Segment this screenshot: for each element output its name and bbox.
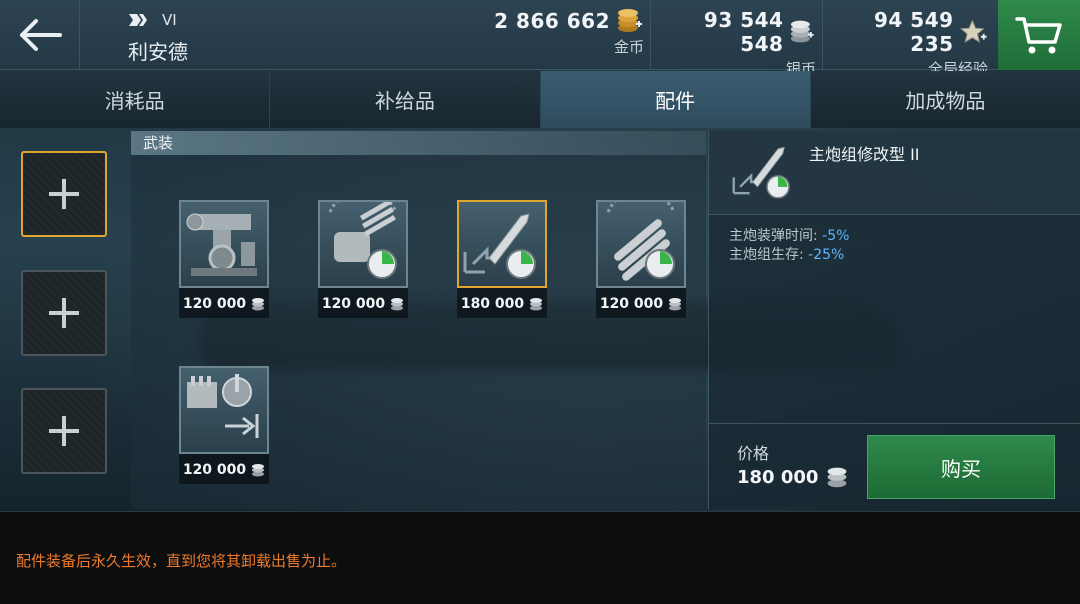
ship-class-icon [129, 14, 147, 26]
back-button[interactable] [0, 0, 80, 70]
detail-stats: 主炮装弹时间: -5% 主炮组生存: -25% [729, 227, 849, 265]
ship-name: 利安德 [128, 40, 188, 64]
price-value: 180 000 [737, 466, 848, 488]
price-label: 价格 [737, 444, 770, 463]
silver-coins-icon [530, 298, 543, 311]
secondary-battery-mod-icon [187, 374, 259, 438]
star-xp-icon [959, 19, 987, 43]
silver-coins-icon [252, 464, 265, 477]
main-armaments-mod-icon [186, 213, 257, 276]
silver-amount: 93 544 548 [703, 8, 784, 56]
shell-reload-mod-icon [732, 146, 790, 199]
shell-reload-mod-icon [463, 213, 536, 279]
price-section: 价格 180 000 购买 [709, 423, 1080, 509]
module-card[interactable]: 120 000 [179, 200, 269, 318]
tab-boosters[interactable]: 加成物品 [810, 71, 1080, 128]
upgrade-slot-2[interactable] [21, 270, 107, 356]
cart-icon [1015, 17, 1062, 54]
silver-coins-icon [669, 298, 682, 311]
bottom-notice-bar: 配件装备后永久生效，直到您将其卸载出售为止。 [0, 511, 1080, 604]
plus-icon [49, 179, 79, 209]
module-card[interactable]: 120 000 [596, 200, 686, 318]
ship-info: VI 利安德 [128, 8, 188, 65]
module-price: 120 000 [179, 296, 269, 312]
upgrade-detail-panel: 主炮组修改型 II 主炮装弹时间: -5% 主炮组生存: -25% 价格 180… [708, 131, 1080, 509]
back-arrow-icon [19, 19, 62, 51]
module-card-selected[interactable]: 180 000 [457, 200, 547, 318]
silver-coins-icon [827, 467, 847, 488]
xp-currency: 94 549 235 全局经验 [830, 8, 988, 78]
upgrade-slot-1[interactable] [21, 151, 107, 237]
module-price: 120 000 [596, 296, 686, 312]
module-price: 120 000 [318, 296, 408, 312]
module-card[interactable]: 120 000 [318, 200, 408, 318]
gold-currency: 2 866 662 金币 [480, 8, 644, 66]
silver-coins-icon [391, 298, 404, 311]
silver-coins-icon [252, 298, 265, 311]
detail-title: 主炮组修改型 II [809, 145, 920, 164]
tab-supplies[interactable]: 补给品 [270, 71, 541, 128]
module-price: 120 000 [179, 462, 269, 478]
xp-amount: 94 549 235 [874, 8, 954, 56]
gold-amount: 2 866 662 [494, 9, 610, 33]
silver-coins-icon [791, 20, 815, 43]
plus-icon [49, 298, 79, 328]
divider [822, 0, 823, 70]
gold-coins-icon [618, 9, 642, 32]
notice-text: 配件装备后永久生效，直到您将其卸载出售为止。 [16, 552, 347, 570]
detail-header: 主炮组修改型 II [709, 131, 1080, 215]
ship-tier: VI [162, 11, 177, 29]
category-tabs: 消耗品 补给品 配件 加成物品 [0, 71, 1080, 128]
armament-panel: 武装 120 000 120 000 180 000 120 000 120 0… [131, 131, 706, 509]
module-price: 180 000 [457, 296, 547, 312]
turret-reload-mod-icon [328, 202, 398, 279]
torpedo-reload-mod-icon [606, 202, 676, 281]
gold-label: 金币 [613, 38, 644, 56]
plus-icon [49, 416, 79, 446]
upgrade-slot-3[interactable] [21, 388, 107, 474]
armament-header: 武装 [131, 131, 706, 155]
divider [650, 0, 651, 70]
stat-row: 主炮装弹时间: -5% [729, 228, 850, 244]
shop-cart-button[interactable] [998, 0, 1080, 70]
silver-currency: 93 544 548 银币 [660, 8, 816, 78]
top-bar: VI 利安德 2 866 662 金币 93 544 548 银币 94 549… [0, 0, 1080, 78]
stat-row: 主炮组生存: -25% [729, 247, 845, 263]
buy-button[interactable]: 购买 [867, 435, 1055, 499]
module-card[interactable]: 120 000 [179, 366, 269, 484]
tab-consumables[interactable]: 消耗品 [0, 71, 271, 128]
tab-upgrades[interactable]: 配件 [540, 71, 811, 128]
